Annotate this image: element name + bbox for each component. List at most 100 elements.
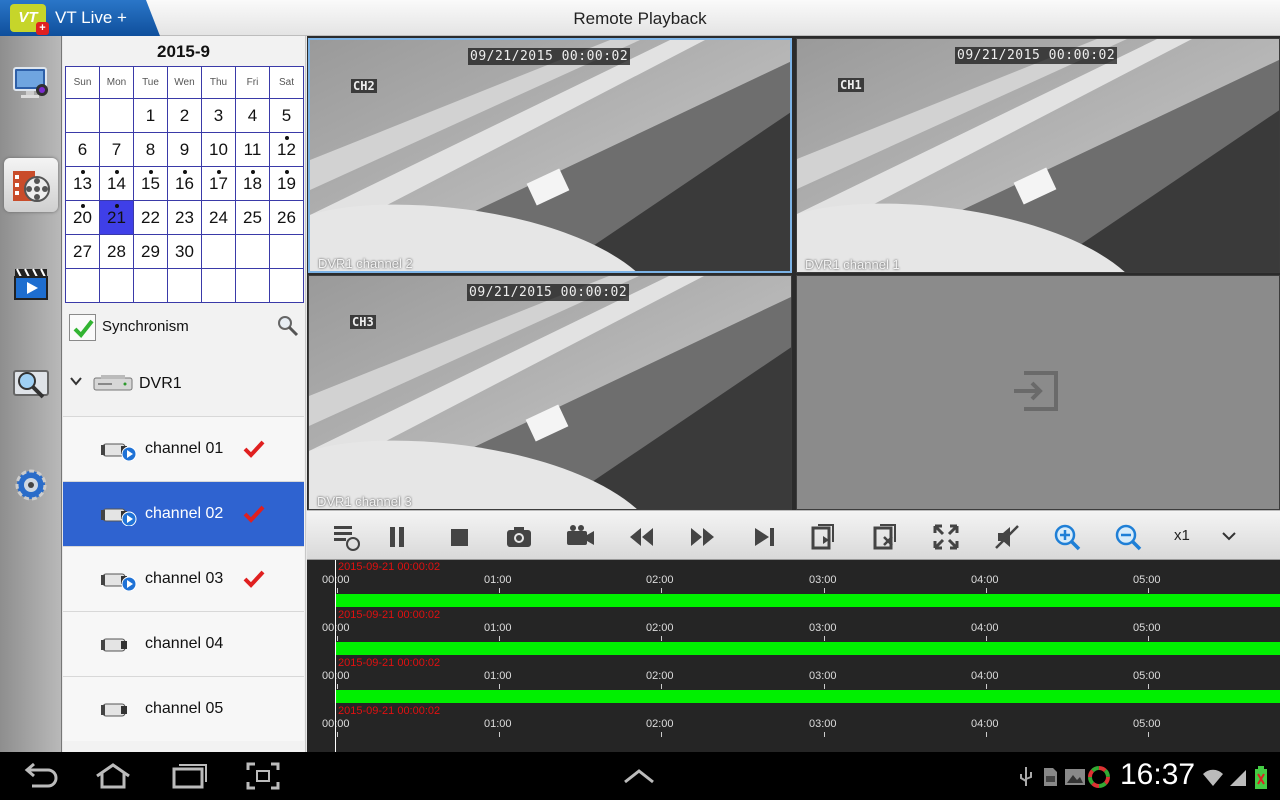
calendar-day[interactable]: 27 xyxy=(65,234,100,269)
zoom-in-icon[interactable] xyxy=(1050,520,1084,552)
calendar-day[interactable]: 17 xyxy=(201,166,236,201)
channel-item[interactable]: channel 04 xyxy=(63,611,304,676)
recording-bar[interactable] xyxy=(336,642,1280,655)
calendar-day[interactable]: 6 xyxy=(65,132,100,167)
calendar-day[interactable]: 3 xyxy=(201,98,236,133)
calendar-day xyxy=(201,268,236,303)
fullscreen-icon[interactable] xyxy=(929,520,963,552)
video-player-icon[interactable] xyxy=(4,258,58,312)
channel-item[interactable]: channel 01 xyxy=(63,416,304,481)
channel-item[interactable]: channel 02 xyxy=(63,481,304,546)
track-timestamp: 2015-09-21 00:00:02 xyxy=(338,705,441,717)
calendar-day[interactable]: 11 xyxy=(235,132,270,167)
chevron-down-icon[interactable] xyxy=(69,374,83,393)
calendar-day-number: 3 xyxy=(213,105,224,125)
calendar-day[interactable]: 25 xyxy=(235,200,270,235)
recording-bar[interactable] xyxy=(336,690,1280,703)
playback-icon[interactable] xyxy=(4,158,58,212)
calendar-day[interactable]: 29 xyxy=(133,234,168,269)
channel-label: channel 01 xyxy=(145,440,224,457)
calendar-day[interactable]: 2 xyxy=(167,98,202,133)
chevron-down-icon[interactable] xyxy=(1213,520,1247,552)
pause-icon[interactable] xyxy=(380,520,414,552)
calendar-day[interactable]: 23 xyxy=(167,200,202,235)
channel-item[interactable]: channel 05 xyxy=(63,676,304,741)
timeline-track[interactable]: 2015-09-21 00:00:0200:0001:0002:0003:000… xyxy=(307,656,1280,704)
back-icon[interactable] xyxy=(22,762,58,795)
calendar-day[interactable]: 14 xyxy=(99,166,134,201)
video-tile-empty[interactable] xyxy=(796,275,1280,510)
calendar-day-number: 4 xyxy=(247,105,258,125)
calendar-day[interactable]: 21 xyxy=(99,200,134,235)
calendar-day[interactable]: 19 xyxy=(269,166,304,201)
rewind-icon[interactable] xyxy=(624,520,658,552)
calendar-day-number: 9 xyxy=(179,139,190,159)
close-window-icon[interactable] xyxy=(869,520,903,552)
channel-item[interactable]: channel 03 xyxy=(63,546,304,611)
snapshot-icon[interactable] xyxy=(502,520,536,552)
calendar-day[interactable]: 28 xyxy=(99,234,134,269)
calendar-day[interactable]: 26 xyxy=(269,200,304,235)
timeline-cursor[interactable] xyxy=(335,560,336,752)
hour-tick xyxy=(986,588,987,593)
calendar-day[interactable]: 30 xyxy=(167,234,202,269)
device-row-dvr1[interactable]: DVR1 xyxy=(63,354,304,414)
record-icon[interactable] xyxy=(563,520,597,552)
next-frame-icon[interactable] xyxy=(747,520,781,552)
channel-list: channel 01 channel 02 channel 03 channel 04… xyxy=(63,416,304,741)
prev-window-icon[interactable] xyxy=(807,520,841,552)
video-tile[interactable]: 09/21/2015 00:00:02 CH3 DVR1 channel 3 xyxy=(308,275,792,510)
checkmark-icon xyxy=(243,439,265,464)
search-log-icon[interactable] xyxy=(4,358,58,412)
calendar-day[interactable]: 15 xyxy=(133,166,168,201)
add-video-icon[interactable] xyxy=(1012,369,1062,420)
home-icon[interactable] xyxy=(93,762,133,795)
monitor-icon[interactable] xyxy=(4,56,58,110)
recent-apps-icon[interactable] xyxy=(170,762,208,795)
timeline-track[interactable]: 2015-09-21 00:00:0200:0001:0002:0003:000… xyxy=(307,608,1280,656)
calendar-day[interactable]: 1 xyxy=(133,98,168,133)
calendar-day[interactable]: 8 xyxy=(133,132,168,167)
calendar-day[interactable]: 13 xyxy=(65,166,100,201)
timeline[interactable]: 2015-09-21 00:00:0200:0001:0002:0003:000… xyxy=(307,560,1280,752)
calendar-week: 6 7 8 9 10 11 12 xyxy=(65,132,304,167)
calendar-day[interactable]: 18 xyxy=(235,166,270,201)
channel-label: channel 02 xyxy=(145,505,224,522)
calendar-day-number: 16 xyxy=(175,173,194,193)
hour-tick xyxy=(661,588,662,593)
zoom-out-icon[interactable] xyxy=(1111,520,1145,552)
calendar-day[interactable]: 22 xyxy=(133,200,168,235)
calendar-day[interactable]: 5 xyxy=(269,98,304,133)
search-icon[interactable] xyxy=(276,314,300,343)
speed-label[interactable]: x1 xyxy=(1174,527,1190,544)
video-grid: 09/21/2015 00:00:02 CH2 DVR1 channel 2 09/2… xyxy=(307,36,1280,510)
calendar-day-number: 28 xyxy=(107,241,126,261)
calendar-day[interactable]: 12 xyxy=(269,132,304,167)
calendar-day-number: 23 xyxy=(175,207,194,227)
calendar-day[interactable]: 7 xyxy=(99,132,134,167)
hour-label: 05:00 xyxy=(1133,670,1161,682)
calendar-day[interactable]: 9 xyxy=(167,132,202,167)
chevron-up-icon[interactable] xyxy=(622,766,656,791)
calendar-day[interactable]: 16 xyxy=(167,166,202,201)
calendar-day-number: 22 xyxy=(141,207,160,227)
screenshot-icon[interactable] xyxy=(246,762,280,795)
stop-icon[interactable] xyxy=(442,520,476,552)
osd-channel: CH3 xyxy=(350,315,376,329)
calendar-day[interactable]: 10 xyxy=(201,132,236,167)
video-tile[interactable]: 09/21/2015 00:00:02 CH2 DVR1 channel 2 xyxy=(308,38,792,273)
synchronism-checkbox[interactable] xyxy=(69,314,96,341)
mute-icon[interactable] xyxy=(990,520,1024,552)
hour-label: 04:00 xyxy=(971,622,999,634)
calendar-day[interactable]: 4 xyxy=(235,98,270,133)
calendar-day[interactable]: 24 xyxy=(201,200,236,235)
calendar-day xyxy=(65,98,100,133)
recording-bar[interactable] xyxy=(336,594,1280,607)
playlist-icon[interactable] xyxy=(329,520,363,552)
settings-icon[interactable] xyxy=(4,458,58,512)
fast-forward-icon[interactable] xyxy=(685,520,719,552)
timeline-track[interactable]: 2015-09-21 00:00:0200:0001:0002:0003:000… xyxy=(307,560,1280,608)
timeline-track[interactable]: 2015-09-21 00:00:0200:0001:0002:0003:000… xyxy=(307,704,1280,752)
calendar-day[interactable]: 20 xyxy=(65,200,100,235)
video-tile[interactable]: 09/21/2015 00:00:02 CH1 DVR1 channel 1 xyxy=(796,38,1280,273)
